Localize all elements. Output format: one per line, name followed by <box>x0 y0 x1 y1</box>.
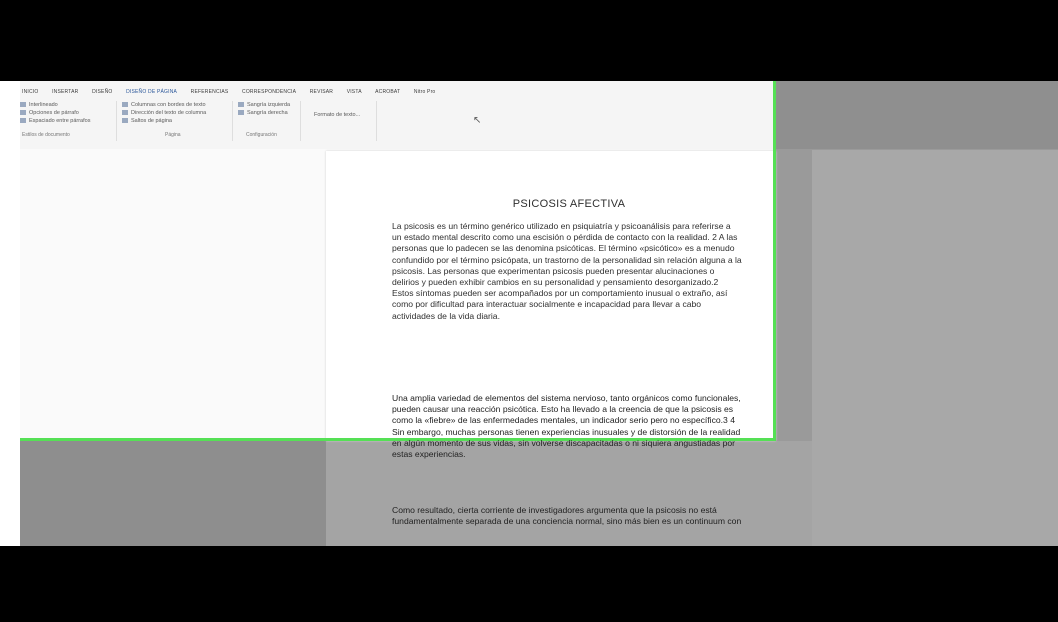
page-break-icon <box>122 118 128 124</box>
tab-inicio[interactable]: INICIO <box>22 89 38 95</box>
document-paragraph: La psicosis es un término genérico utili… <box>392 221 742 321</box>
tab-diseno[interactable]: DISEÑO <box>92 89 112 95</box>
ribbon-item[interactable]: Interlineado <box>20 101 90 109</box>
group-label: Estilos de documento <box>22 132 70 138</box>
ribbon-group-4: Formato de texto... <box>314 111 360 119</box>
tab-revisar[interactable]: REVISAR <box>310 89 333 95</box>
ribbon-item[interactable]: Sangría derecha <box>238 109 290 117</box>
background-ribbon-area <box>776 81 1058 149</box>
group-label: Configuración <box>246 132 277 138</box>
ribbon-item[interactable]: Dirección del texto de columna <box>122 109 206 117</box>
text-direction-icon <box>122 110 128 116</box>
document-paragraph: Una amplia variedad de elementos del sis… <box>392 393 741 460</box>
tab-acrobat[interactable]: ACROBAT <box>375 89 400 95</box>
ribbon-group-2: Columnas con bordes de texto Dirección d… <box>122 101 206 125</box>
highlight-border-right <box>773 81 776 441</box>
ribbon-item[interactable]: Sangría izquierda <box>238 101 290 109</box>
tab-insertar[interactable]: INSERTAR <box>52 89 78 95</box>
group-label: Página <box>165 132 181 138</box>
divider <box>376 101 377 141</box>
mouse-cursor-icon: ↖ <box>473 115 482 126</box>
indent-left-icon <box>238 102 244 108</box>
ribbon-group-3: Sangría izquierda Sangría derecha <box>238 101 290 117</box>
indent-right-icon <box>238 110 244 116</box>
ribbon-item[interactable]: Saltos de página <box>122 117 206 125</box>
columns-icon <box>122 102 128 108</box>
tab-vista[interactable]: VISTA <box>347 89 362 95</box>
ribbon-item[interactable]: Espaciado entre párrafos <box>20 117 90 125</box>
document-title: PSICOSIS AFECTIVA <box>512 198 626 210</box>
ribbon-item[interactable]: Columnas con bordes de texto <box>122 101 206 109</box>
ribbon-group-1: Interlineado Opciones de párrafo Espacia… <box>20 101 90 125</box>
divider <box>116 101 117 141</box>
background-left <box>20 441 326 546</box>
document-paragraph: Como resultado, cierta corriente de inve… <box>392 505 742 527</box>
divider <box>232 101 233 141</box>
ribbon-tabs: INICIO INSERTAR DISEÑO DISEÑO DE PÁGINA … <box>22 89 447 101</box>
tab-nitro[interactable]: Nitro Pro <box>414 89 436 95</box>
ribbon: INICIO INSERTAR DISEÑO DISEÑO DE PÁGINA … <box>20 81 776 150</box>
spacing-icon <box>20 118 26 124</box>
tab-diseno-pagina[interactable]: DISEÑO DE PÁGINA <box>126 89 177 95</box>
background-page <box>812 150 1058 546</box>
letterbox-bottom <box>0 546 1058 622</box>
ribbon-item[interactable]: Formato de texto... <box>314 111 360 119</box>
tab-correspondencia[interactable]: CORRESPONDENCIA <box>242 89 296 95</box>
divider <box>300 101 301 141</box>
letterbox-top <box>0 0 1058 81</box>
line-spacing-icon <box>20 102 26 108</box>
ribbon-item[interactable]: Opciones de párrafo <box>20 109 90 117</box>
tab-referencias[interactable]: REFERENCIAS <box>191 89 229 95</box>
paragraph-icon <box>20 110 26 116</box>
